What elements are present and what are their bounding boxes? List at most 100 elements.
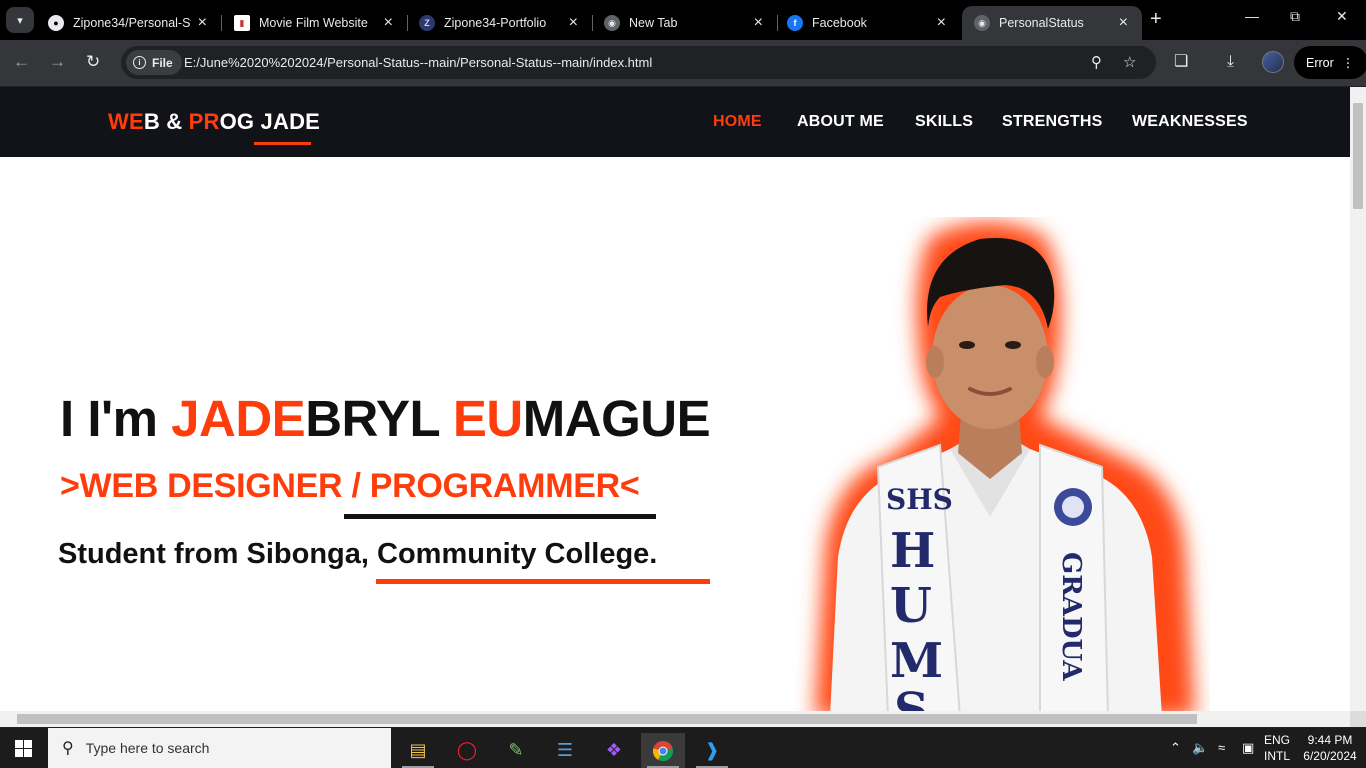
scheme-label: File: [152, 55, 173, 70]
windows-start-icon[interactable]: [15, 740, 32, 757]
download-icon[interactable]: ⤓: [1227, 52, 1234, 72]
name-part: BRYL: [305, 390, 453, 447]
tab-github[interactable]: ● Zipone34/Personal-St ×: [36, 6, 222, 40]
browser-toolbar: ← → ↻ i File E:/June%2020%202024/Persona…: [0, 40, 1366, 86]
lang-layout: INTL: [1264, 749, 1291, 763]
nav-about-me[interactable]: ABOUT ME: [797, 113, 884, 131]
reload-icon[interactable]: ↻: [86, 52, 100, 72]
facebook-icon: f: [787, 15, 803, 31]
site-info-chip[interactable]: i File: [126, 50, 182, 75]
horizontal-scroll-thumb[interactable]: [17, 714, 1197, 724]
lang-code: ENG: [1264, 733, 1291, 747]
close-window-icon[interactable]: ✕: [1336, 8, 1348, 25]
github-icon: ●: [48, 15, 64, 31]
logo-part: WE: [108, 109, 144, 134]
tab-personal-status[interactable]: ◉ PersonalStatus ×: [962, 6, 1142, 40]
nav-strengths[interactable]: STRENGTHS: [1002, 113, 1102, 131]
nav-home[interactable]: HOME: [713, 113, 762, 131]
url-text[interactable]: E:/June%2020%202024/Personal-Status--mai…: [184, 55, 652, 70]
vscode-icon[interactable]: ❱: [690, 733, 734, 768]
tab-facebook[interactable]: f Facebook ×: [775, 6, 960, 40]
nav-weaknesses[interactable]: WEAKNESSES: [1132, 113, 1248, 131]
notepad-plus-icon[interactable]: ✎: [494, 733, 538, 768]
search-icon: ⚲: [62, 740, 74, 757]
hero-role: >WEB DESIGNER / PROGRAMMER<: [60, 467, 640, 505]
minimize-icon[interactable]: —: [1245, 8, 1259, 24]
clock-time: 9:44 PM: [1307, 733, 1353, 747]
school-highlight: Community College.: [377, 538, 658, 570]
restore-icon[interactable]: ⧉: [1290, 8, 1300, 25]
globe-icon: ◉: [974, 15, 990, 31]
logo-part: OG JADE: [219, 109, 321, 134]
name-part: MAGUE: [522, 390, 711, 447]
input-language[interactable]: ENG INTL: [1264, 732, 1290, 764]
sash-label-graduate: GRADUA: [1056, 552, 1086, 681]
error-label: Error: [1306, 55, 1334, 70]
tab-title: Zipone34/Personal-St: [73, 16, 191, 30]
meet-now-icon[interactable]: ▣: [1242, 740, 1254, 756]
scrollbar-corner: [1350, 711, 1366, 727]
sash-letter: U: [890, 578, 932, 634]
logo-underline: [254, 142, 311, 145]
address-bar[interactable]: i File E:/June%2020%202024/Personal-Stat…: [121, 46, 1156, 79]
close-icon[interactable]: ×: [198, 15, 207, 31]
opera-icon[interactable]: ◯: [445, 733, 489, 768]
close-icon[interactable]: ×: [937, 15, 946, 31]
tab-movie-film[interactable]: ▮ Movie Film Website ×: [222, 6, 408, 40]
kebab-menu-icon: ⋮: [1341, 56, 1355, 70]
sash-label-hums: H: [890, 523, 935, 579]
tab-title: Facebook: [812, 16, 867, 30]
info-icon: i: [133, 56, 146, 69]
sash-letter: S: [894, 683, 929, 711]
tab-search-button[interactable]: ▾: [6, 7, 34, 33]
close-icon[interactable]: ×: [384, 15, 393, 31]
taskbar-search-box[interactable]: ⚲ Type here to search: [48, 728, 391, 768]
new-tab-button[interactable]: +: [1150, 9, 1162, 29]
clock-date: 6/20/2024: [1303, 749, 1357, 763]
forward-icon[interactable]: →: [49, 52, 66, 72]
zoom-icon[interactable]: ⚲: [1091, 53, 1102, 71]
extensions-icon[interactable]: ❏: [1174, 52, 1188, 72]
site-logo[interactable]: WEB & PROG JADE: [108, 109, 320, 135]
windows-taskbar: ⚲ Type here to search ▤ ◯ ✎ ☰ ❖ ❱ ⌃ 🔈 ≈ …: [0, 728, 1366, 768]
network-icon[interactable]: ≈: [1218, 740, 1225, 755]
hero-school: Student from Sibonga, Community College.: [58, 538, 657, 571]
tab-title: Movie Film Website: [259, 16, 368, 30]
nav-skills[interactable]: SKILLS: [915, 113, 973, 131]
back-icon[interactable]: ←: [13, 52, 30, 72]
name-prefix: I I'm: [60, 390, 172, 447]
file-explorer-icon[interactable]: ▤: [396, 733, 440, 768]
profile-photo: SHS H U M S GRADUA: [815, 222, 1195, 711]
vertical-scrollbar[interactable]: [1350, 87, 1366, 711]
taskbar-clock[interactable]: 9:44 PM 6/20/2024: [1298, 732, 1362, 764]
logo-part: PR: [188, 109, 220, 134]
tray-chevron-icon[interactable]: ⌃: [1170, 740, 1181, 756]
page-viewport: WEB & PROG JADE HOME ABOUT ME SKILLS STR…: [0, 87, 1350, 711]
logo-part: B &: [143, 109, 189, 134]
name-part: JADE: [171, 390, 306, 447]
portfolio-icon: Z: [419, 15, 435, 31]
chrome-logo: [652, 740, 674, 761]
figma-icon[interactable]: ❖: [592, 733, 636, 768]
close-icon[interactable]: ×: [569, 15, 578, 31]
error-button[interactable]: Error ⋮: [1294, 46, 1366, 79]
role-underline: [344, 514, 656, 519]
profile-avatar[interactable]: [1262, 51, 1284, 73]
name-part: EU: [452, 390, 523, 447]
volume-icon[interactable]: 🔈: [1192, 740, 1208, 756]
chrome-icon[interactable]: [641, 733, 685, 768]
tab-portfolio[interactable]: Z Zipone34-Portfolio ×: [407, 6, 593, 40]
vertical-scroll-thumb[interactable]: [1353, 103, 1363, 209]
tab-title: New Tab: [629, 16, 678, 30]
database-tool-icon[interactable]: ☰: [543, 733, 587, 768]
tab-new-tab[interactable]: ◉ New Tab ×: [592, 6, 778, 40]
sash-letter: M: [890, 633, 943, 689]
sash-label-shs: SHS: [886, 483, 953, 516]
tab-title: Zipone34-Portfolio: [444, 16, 547, 30]
horizontal-scrollbar[interactable]: [0, 711, 1350, 727]
bookmark-star-icon[interactable]: ☆: [1123, 53, 1136, 71]
face-shape: [932, 285, 1048, 429]
school-text: Student from Sibonga,: [58, 538, 377, 570]
close-icon[interactable]: ×: [1119, 15, 1128, 31]
close-icon[interactable]: ×: [754, 15, 763, 31]
